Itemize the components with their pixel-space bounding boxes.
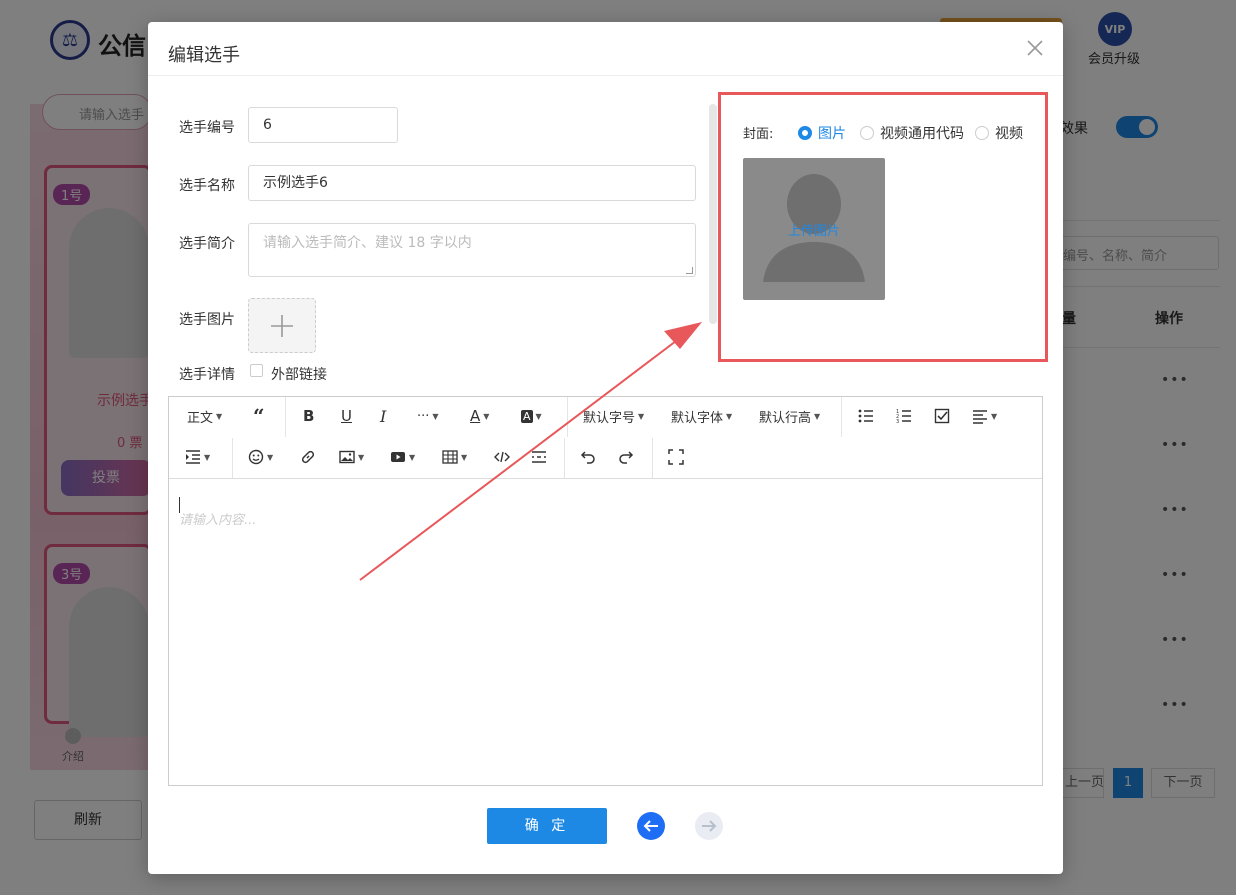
- cover-upload-area[interactable]: 上传图片: [743, 158, 885, 300]
- editor-toolbar: 正文 ▼ “ B U I ··· ▼ A ▼ A ▼ 默认字号 ▼ 默认字体 ▼ 默认行高 ▼…: [169, 397, 1042, 479]
- line-height-dropdown[interactable]: 默认行高 ▼: [759, 406, 820, 426]
- player-number-label: 选手编号: [179, 120, 235, 136]
- cover-option-video-code[interactable]: 视频通用代码: [860, 123, 964, 143]
- font-size-label: 默认字号: [583, 410, 636, 426]
- player-intro-textarea[interactable]: 请输入选手简介、建议 18 字以内: [248, 223, 696, 277]
- player-image-label: 选手图片: [179, 312, 235, 328]
- font-size-dropdown[interactable]: 默认字号 ▼: [583, 406, 644, 426]
- cover-option-image[interactable]: 图片: [798, 123, 846, 143]
- editor-placeholder: 请输入内容...: [179, 513, 257, 528]
- background-color-dropdown[interactable]: A ▼: [521, 406, 542, 426]
- line-height-label: 默认行高: [759, 410, 812, 426]
- cover-option-label: 视频通用代码: [880, 126, 964, 142]
- cover-label: 封面:: [743, 127, 774, 142]
- editor-content-area[interactable]: 请输入内容...: [169, 479, 1042, 785]
- back-arrow-icon[interactable]: [637, 812, 665, 840]
- font-family-label: 默认字体: [671, 410, 724, 426]
- underline-icon[interactable]: U: [341, 406, 352, 426]
- scrollbar[interactable]: [709, 104, 717, 324]
- paragraph-label: 正文: [187, 410, 214, 426]
- cover-settings-highlight: 封面: 图片 视频通用代码 视频 上传图片: [718, 92, 1048, 362]
- paragraph-dropdown[interactable]: 正文 ▼: [187, 406, 222, 426]
- upload-image-link[interactable]: 上传图片: [743, 220, 885, 239]
- external-link-label[interactable]: 外部链接: [271, 364, 327, 384]
- numbered-list-icon[interactable]: 123: [896, 406, 912, 426]
- external-link-checkbox[interactable]: [250, 364, 263, 377]
- caret-down-icon: ▼: [216, 411, 223, 421]
- table-dropdown[interactable]: ▼: [442, 447, 467, 467]
- player-name-input[interactable]: 示例选手6: [248, 165, 696, 201]
- svg-text:3: 3: [896, 419, 899, 424]
- align-dropdown[interactable]: ▼: [972, 406, 997, 426]
- redo-icon[interactable]: [618, 447, 634, 467]
- image-dropdown[interactable]: ▼: [339, 447, 364, 467]
- undo-icon[interactable]: [580, 447, 596, 467]
- intro-placeholder: 请输入选手简介、建议 18 字以内: [263, 235, 472, 251]
- cover-option-video[interactable]: 视频: [975, 123, 1023, 143]
- checklist-icon[interactable]: [934, 406, 950, 426]
- divider-line-icon[interactable]: [531, 447, 547, 467]
- player-name-label: 选手名称: [179, 178, 235, 194]
- cover-option-label: 图片: [818, 126, 846, 142]
- more-formats-dropdown[interactable]: ··· ▼: [417, 406, 439, 426]
- forward-arrow-icon[interactable]: [695, 812, 723, 840]
- image-upload-button[interactable]: [248, 298, 316, 353]
- video-dropdown[interactable]: ▼: [390, 447, 415, 467]
- edit-player-dialog: 编辑选手 选手编号 6 选手名称 示例选手6 选手简介 请输入选手简介、建议 1…: [148, 22, 1063, 874]
- bullet-list-icon[interactable]: [858, 406, 874, 426]
- more-icon: ···: [417, 408, 430, 424]
- indent-dropdown[interactable]: ▼: [185, 447, 210, 467]
- player-detail-label: 选手详情: [179, 367, 235, 383]
- emoji-dropdown[interactable]: ▼: [248, 447, 273, 467]
- fullscreen-icon[interactable]: [668, 447, 684, 467]
- font-color-dropdown[interactable]: A ▼: [470, 406, 489, 426]
- rich-text-editor: 正文 ▼ “ B U I ··· ▼ A ▼ A ▼ 默认字号 ▼ 默认字体 ▼ 默认行高 ▼…: [168, 396, 1043, 786]
- plus-icon: [271, 314, 293, 337]
- radio-icon: [975, 126, 989, 140]
- player-intro-label: 选手简介: [179, 236, 235, 252]
- resize-handle[interactable]: [686, 267, 693, 274]
- radio-selected-icon: [798, 126, 812, 140]
- bold-icon[interactable]: B: [303, 406, 314, 426]
- quote-icon[interactable]: “: [253, 404, 265, 428]
- close-icon[interactable]: [1023, 36, 1047, 60]
- cover-option-label: 视频: [995, 126, 1023, 142]
- font-family-dropdown[interactable]: 默认字体 ▼: [671, 406, 732, 426]
- confirm-button[interactable]: 确 定: [487, 808, 607, 844]
- dialog-title: 编辑选手: [168, 45, 240, 66]
- radio-icon: [860, 126, 874, 140]
- code-icon[interactable]: [494, 447, 510, 467]
- player-number-input[interactable]: 6: [248, 107, 398, 143]
- dialog-header: 编辑选手: [148, 22, 1063, 76]
- italic-icon[interactable]: I: [380, 406, 386, 426]
- link-icon[interactable]: [300, 447, 316, 467]
